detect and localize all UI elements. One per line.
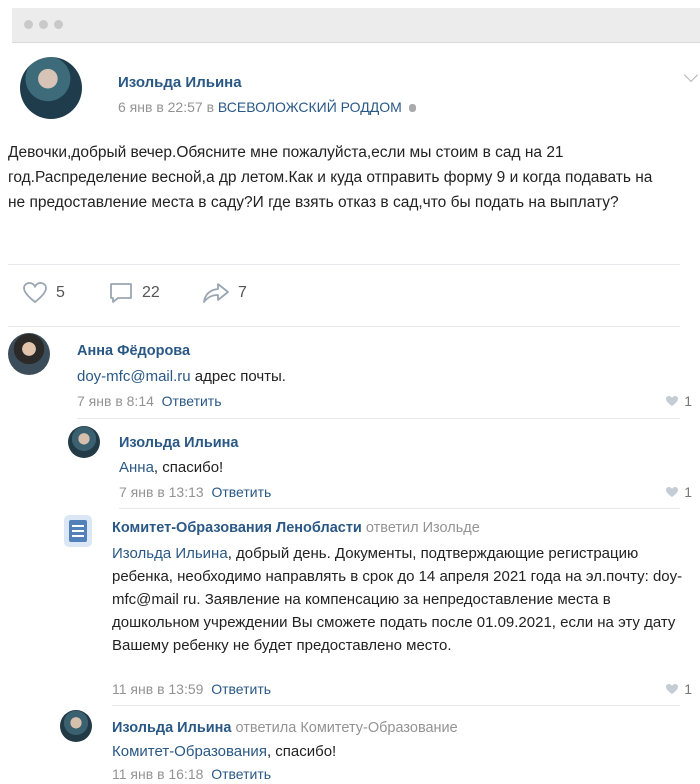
share-button[interactable]: 7 bbox=[202, 280, 247, 306]
replied-to-label: ответила Комитету-Образование bbox=[235, 720, 458, 736]
comment-author[interactable]: Изольда Ильина bbox=[119, 435, 238, 451]
post-meta: 6 янв в 22:57 в ВСЕВОЛОЖСКИЙ РОДДОМ bbox=[118, 99, 416, 115]
heart-icon bbox=[666, 487, 679, 497]
apple-icon bbox=[408, 104, 416, 112]
mention-link[interactable]: Изольда Ильина bbox=[112, 545, 228, 562]
window-close-dot[interactable] bbox=[24, 20, 33, 29]
email-link[interactable]: doy-mfc@mail.ru bbox=[77, 368, 191, 385]
comment-meta: 7 янв в 8:14 Ответить bbox=[77, 393, 222, 409]
comment-text: Анна, спасибо! bbox=[119, 457, 639, 479]
post-author-name[interactable]: Изольда Ильина bbox=[118, 74, 242, 91]
comment-date[interactable]: 11 янв в 16:18 bbox=[112, 766, 203, 782]
comment-text-rest: адрес почты. bbox=[190, 368, 286, 385]
comment-date[interactable]: 7 янв в 8:14 bbox=[77, 393, 154, 409]
reply-link[interactable]: Ответить bbox=[211, 766, 271, 782]
window-minimize-dot[interactable] bbox=[39, 20, 48, 29]
comment-button[interactable]: 22 bbox=[108, 280, 160, 306]
divider bbox=[119, 508, 680, 509]
divider bbox=[77, 418, 680, 419]
post-date[interactable]: 6 янв в 22:57 bbox=[118, 99, 203, 115]
comment-like[interactable]: 1 bbox=[665, 681, 692, 697]
like-button[interactable]: 5 bbox=[22, 280, 65, 306]
reply-link[interactable]: Ответить bbox=[211, 681, 271, 697]
comment-date[interactable]: 11 янв в 13:59 bbox=[112, 681, 203, 697]
heart-icon bbox=[23, 282, 47, 304]
post-author-avatar[interactable] bbox=[20, 57, 82, 119]
heart-icon bbox=[666, 396, 679, 406]
replied-to-label: ответил Изольде bbox=[365, 520, 480, 536]
comment-meta: 11 янв в 13:59 Ответить bbox=[112, 681, 271, 697]
window-titlebar bbox=[12, 8, 700, 43]
comment-like[interactable]: 1 bbox=[665, 484, 692, 500]
reply-link[interactable]: Ответить bbox=[211, 484, 271, 500]
document-icon bbox=[69, 520, 87, 542]
comment-count: 22 bbox=[142, 284, 160, 301]
window-maximize-dot[interactable] bbox=[54, 20, 63, 29]
comment-text: Комитет-Образования, спасибо! bbox=[112, 741, 672, 763]
committee-name[interactable]: Комитет-Образования Ленобласти bbox=[112, 520, 362, 536]
share-icon bbox=[203, 283, 229, 303]
share-count: 7 bbox=[238, 284, 247, 301]
post-text: Девочки,добрый вечер.Обясните мне пожалу… bbox=[8, 144, 653, 211]
comment-text: doy-mfc@mail.ru адрес почты. bbox=[77, 366, 637, 388]
comment-icon bbox=[110, 283, 132, 303]
comment-text: Изольда Ильина, добрый день. Документы, … bbox=[112, 542, 690, 657]
post-group-link[interactable]: ВСЕВОЛОЖСКИЙ РОДДОМ bbox=[218, 99, 402, 115]
comment-avatar[interactable] bbox=[60, 710, 92, 742]
post-in-word: в bbox=[206, 99, 215, 115]
comment-author: Комитет-Образования Ленобласти ответил И… bbox=[112, 520, 480, 536]
comment-avatar[interactable] bbox=[8, 333, 50, 375]
comment-like-count: 1 bbox=[684, 484, 692, 500]
divider bbox=[8, 326, 680, 327]
divider bbox=[8, 264, 680, 265]
comment-like-count: 1 bbox=[684, 393, 692, 409]
comment-meta: 7 янв в 13:13 Ответить bbox=[119, 484, 271, 500]
comment-author[interactable]: Анна Фёдорова bbox=[77, 343, 190, 359]
comment-meta: 11 янв в 16:18 Ответить bbox=[112, 766, 271, 782]
comment-author-name[interactable]: Изольда Ильина bbox=[112, 720, 231, 736]
comment-text-rest: , спасибо! bbox=[153, 459, 224, 476]
reply-link[interactable]: Ответить bbox=[162, 393, 222, 409]
divider bbox=[112, 705, 680, 706]
like-count: 5 bbox=[56, 284, 65, 301]
committee-avatar[interactable] bbox=[64, 515, 92, 547]
comment-date[interactable]: 7 янв в 13:13 bbox=[119, 484, 204, 500]
comment-text-rest: , спасибо! bbox=[266, 743, 337, 760]
comment-like[interactable]: 1 bbox=[665, 393, 692, 409]
heart-icon bbox=[666, 684, 679, 694]
comment-avatar[interactable] bbox=[68, 426, 100, 458]
mention-link[interactable]: Анна bbox=[119, 459, 154, 476]
mention-link[interactable]: Комитет-Образования bbox=[112, 743, 267, 760]
comment-author: Изольда Ильина ответила Комитету-Образов… bbox=[112, 720, 458, 736]
comment-like-count: 1 bbox=[684, 681, 692, 697]
